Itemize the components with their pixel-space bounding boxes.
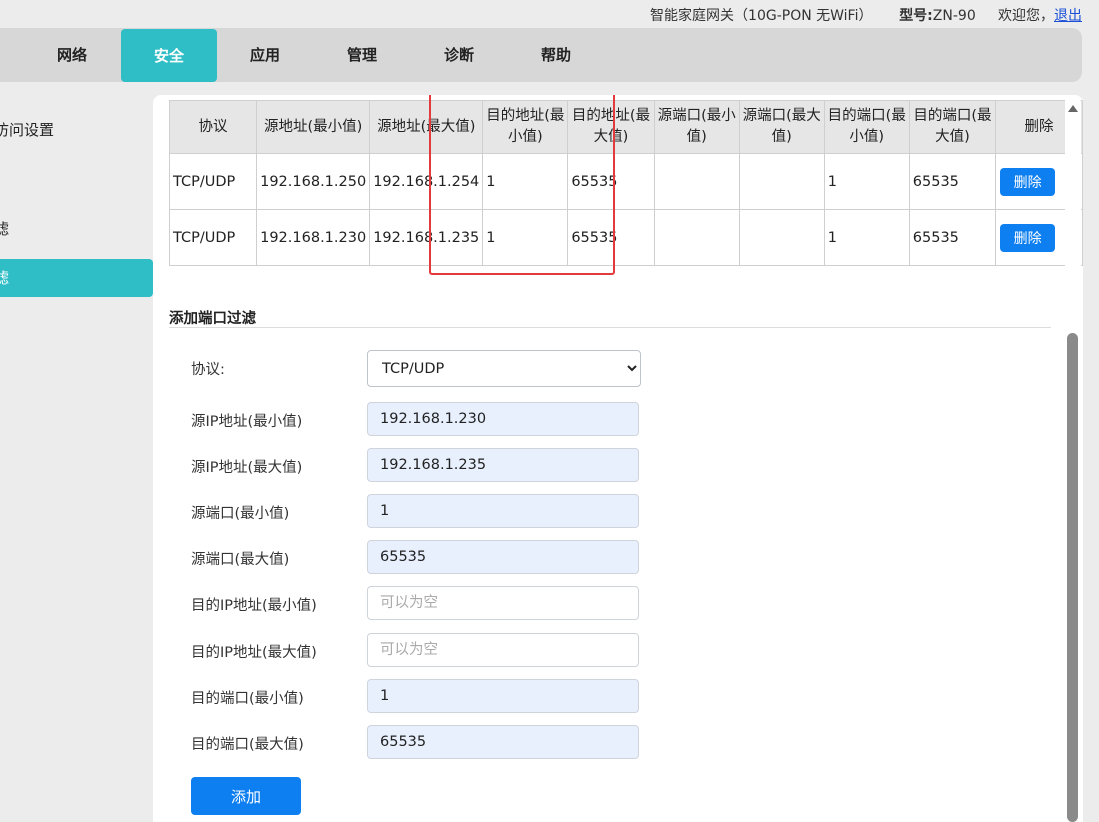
dst-ip-max-label: 目的IP地址(最大值): [191, 645, 317, 661]
cell-dport-max: 65535: [908, 153, 997, 210]
src-ip-min-input[interactable]: [367, 402, 639, 436]
cell-src-min: 192.168.1.250: [256, 153, 371, 210]
sidebar-item-port-filter[interactable]: 滤: [0, 259, 153, 297]
nav-help[interactable]: 帮助: [508, 28, 604, 82]
src-port-max-input[interactable]: [367, 540, 639, 574]
nav-security[interactable]: 安全: [121, 29, 217, 82]
cell-dst-max: 65535: [567, 209, 655, 266]
sidebar-item-filter[interactable]: 滤: [0, 210, 153, 248]
nav-application[interactable]: 应用: [217, 28, 313, 82]
dst-port-min-label: 目的端口(最小值): [191, 691, 304, 707]
column-header: 目的端口(最大值): [908, 100, 997, 154]
model-label: 型号:: [899, 8, 933, 24]
src-port-min-label: 源端口(最小值): [191, 506, 290, 522]
main-nav: 网络 安全 应用 管理 诊断 帮助: [0, 28, 1082, 82]
src-ip-min-label: 源IP地址(最小值): [191, 414, 303, 430]
form-row: 源IP地址(最大值): [191, 448, 791, 484]
cell-dport-min: 1: [823, 153, 910, 210]
sidebar-item-label: 滤: [0, 220, 10, 238]
protocol-row: 协议: TCP/UDP: [191, 350, 791, 387]
add-filter-section-title: 添加端口过滤: [169, 307, 1051, 328]
cell-dst-min: 1: [482, 209, 569, 266]
column-header: 目的端口(最小值): [823, 100, 910, 154]
src-port-min-input[interactable]: [367, 494, 639, 528]
logout-link[interactable]: 退出: [1054, 8, 1082, 24]
scroll-thumb[interactable]: [1067, 333, 1078, 822]
port-filter-table: 协议 源地址(最小值) 源地址(最大值) 目的地址(最小值) 目的地址(最大值)…: [168, 100, 1083, 266]
cell-protocol: TCP/UDP: [168, 153, 258, 210]
cell-src-min: 192.168.1.230: [256, 209, 371, 266]
add-button[interactable]: 添加: [191, 777, 301, 815]
table-row: TCP/UDP 192.168.1.230 192.168.1.235 1 65…: [168, 209, 1083, 266]
form-row: 源IP地址(最小值): [191, 402, 791, 438]
form-row: 源端口(最小值): [191, 494, 791, 530]
scroll-up-arrow-icon[interactable]: [1068, 105, 1078, 112]
column-header: 源端口(最大值): [738, 100, 825, 154]
sidebar: 访问设置 滤 滤: [0, 95, 153, 822]
cell-dst-max: 65535: [567, 153, 655, 210]
table-row: TCP/UDP 192.168.1.250 192.168.1.254 1 65…: [168, 153, 1083, 210]
vertical-scrollbar[interactable]: [1065, 95, 1081, 822]
cell-sport-max: [738, 153, 825, 210]
sidebar-item-label: 滤: [0, 269, 10, 287]
dst-port-min-input[interactable]: [367, 679, 639, 713]
sidebar-item-label: 访问设置: [0, 121, 55, 139]
model-value: ZN-90: [932, 8, 976, 24]
header-info: 智能家庭网关（10G-PON 无WiFi） 型号:ZN-90 欢迎您，退出: [650, 5, 1082, 25]
src-port-max-label: 源端口(最大值): [191, 552, 290, 568]
dst-port-max-input[interactable]: [367, 725, 639, 759]
form-row: 目的IP地址(最大值): [191, 633, 791, 669]
cell-src-max: 192.168.1.235: [369, 209, 484, 266]
protocol-label: 协议:: [191, 362, 225, 378]
nav-management[interactable]: 管理: [314, 28, 410, 82]
form-row: 目的端口(最小值): [191, 679, 791, 715]
column-header: 源地址(最大值): [369, 100, 484, 154]
form-row: 目的IP地址(最小值): [191, 586, 791, 622]
column-header: 目的地址(最小值): [482, 100, 569, 154]
dst-port-max-label: 目的端口(最大值): [191, 737, 304, 753]
welcome-text: 欢迎您，: [998, 8, 1054, 24]
cell-src-max: 192.168.1.254: [369, 153, 484, 210]
delete-button[interactable]: 删除: [1000, 167, 1056, 196]
form-row: 源端口(最大值): [191, 540, 791, 576]
cell-sport-min: [653, 153, 740, 210]
cell-dst-min: 1: [482, 153, 569, 210]
form-row: 目的端口(最大值): [191, 725, 791, 761]
cell-sport-max: [738, 209, 825, 266]
table-header-row: 协议 源地址(最小值) 源地址(最大值) 目的地址(最小值) 目的地址(最大值)…: [168, 100, 1083, 154]
sidebar-item-access-settings[interactable]: 访问设置: [0, 111, 153, 149]
column-header: 源端口(最小值): [653, 100, 740, 154]
cell-dport-max: 65535: [908, 209, 997, 266]
delete-button[interactable]: 删除: [1000, 223, 1056, 252]
nav-diagnostics[interactable]: 诊断: [411, 28, 507, 82]
dst-ip-max-input[interactable]: [367, 633, 639, 667]
nav-network[interactable]: 网络: [24, 28, 120, 82]
cell-protocol: TCP/UDP: [168, 209, 258, 266]
src-ip-max-input[interactable]: [367, 448, 639, 482]
column-header: 源地址(最小值): [256, 100, 371, 154]
product-name: 智能家庭网关（10G-PON 无WiFi）: [650, 8, 873, 24]
column-header: 目的地址(最大值): [567, 100, 655, 154]
column-header: 协议: [168, 100, 258, 154]
dst-ip-min-input[interactable]: [367, 586, 639, 620]
cell-dport-min: 1: [823, 209, 910, 266]
cell-sport-min: [653, 209, 740, 266]
protocol-select[interactable]: TCP/UDP: [367, 350, 641, 387]
content-panel: 协议 源地址(最小值) 源地址(最大值) 目的地址(最小值) 目的地址(最大值)…: [153, 95, 1083, 822]
src-ip-max-label: 源IP地址(最大值): [191, 460, 303, 476]
top-bar: 智能家庭网关（10G-PON 无WiFi） 型号:ZN-90 欢迎您，退出: [0, 0, 1099, 28]
dst-ip-min-label: 目的IP地址(最小值): [191, 598, 317, 614]
